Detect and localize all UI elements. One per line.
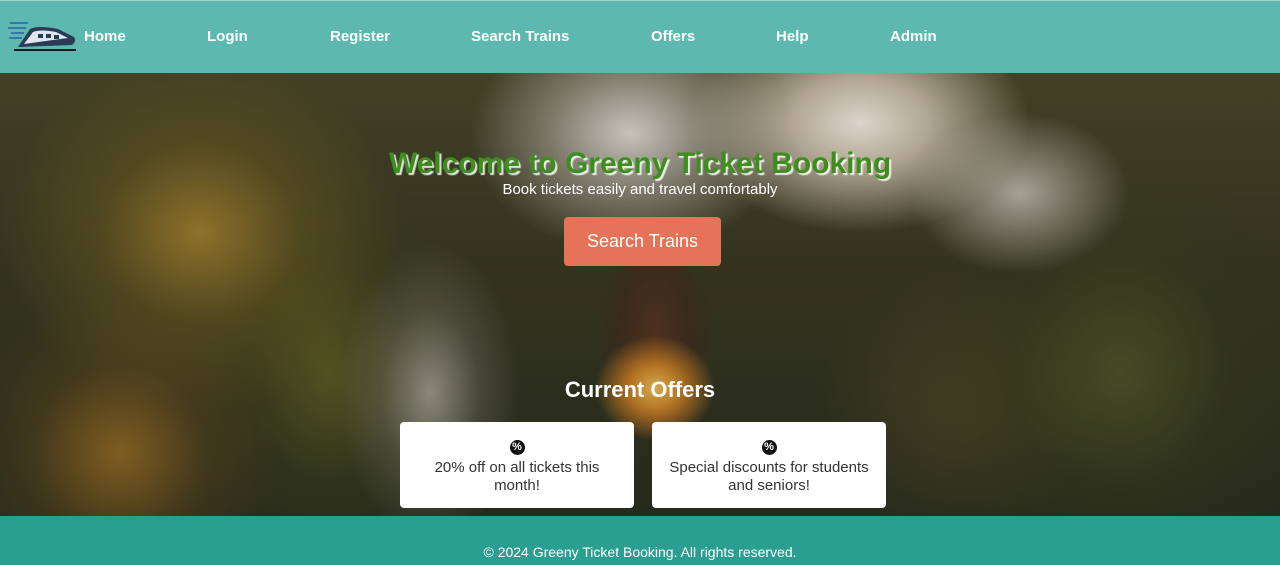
percent-badge-icon: % bbox=[761, 440, 777, 455]
hero-background-image bbox=[0, 73, 1280, 516]
nav-help-link[interactable]: Help bbox=[776, 28, 809, 45]
footer-copyright: © 2024 Greeny Ticket Booking. All rights… bbox=[483, 544, 797, 560]
nav-links: Home Login Register Search Trains Offers… bbox=[0, 1, 1280, 74]
nav-admin-link[interactable]: Admin bbox=[890, 28, 937, 45]
nav-home-link[interactable]: Home bbox=[84, 28, 126, 45]
percent-badge-icon: % bbox=[509, 440, 525, 455]
offer-card: % Special discounts for students and sen… bbox=[652, 422, 886, 508]
hero-section: Welcome to Greeny Ticket Booking Book ti… bbox=[0, 73, 1280, 516]
nav-offers-link[interactable]: Offers bbox=[651, 28, 695, 45]
navbar: Home Login Register Search Trains Offers… bbox=[0, 0, 1280, 73]
offer-card: % 20% off on all tickets this month! bbox=[400, 422, 634, 508]
nav-login-link[interactable]: Login bbox=[207, 28, 248, 45]
offers-heading: Current Offers bbox=[564, 377, 716, 402]
offer-text: 20% off on all tickets this month! bbox=[434, 459, 600, 494]
nav-register-link[interactable]: Register bbox=[330, 28, 390, 45]
hero-subtitle: Book tickets easily and travel comfortab… bbox=[502, 181, 778, 198]
footer: © 2024 Greeny Ticket Booking. All rights… bbox=[0, 516, 1280, 565]
offer-text: Special discounts for students and senio… bbox=[669, 459, 869, 494]
nav-search-trains-link[interactable]: Search Trains bbox=[471, 28, 569, 45]
hero-title: Welcome to Greeny Ticket Booking bbox=[388, 147, 892, 180]
search-trains-button[interactable]: Search Trains bbox=[564, 217, 721, 266]
